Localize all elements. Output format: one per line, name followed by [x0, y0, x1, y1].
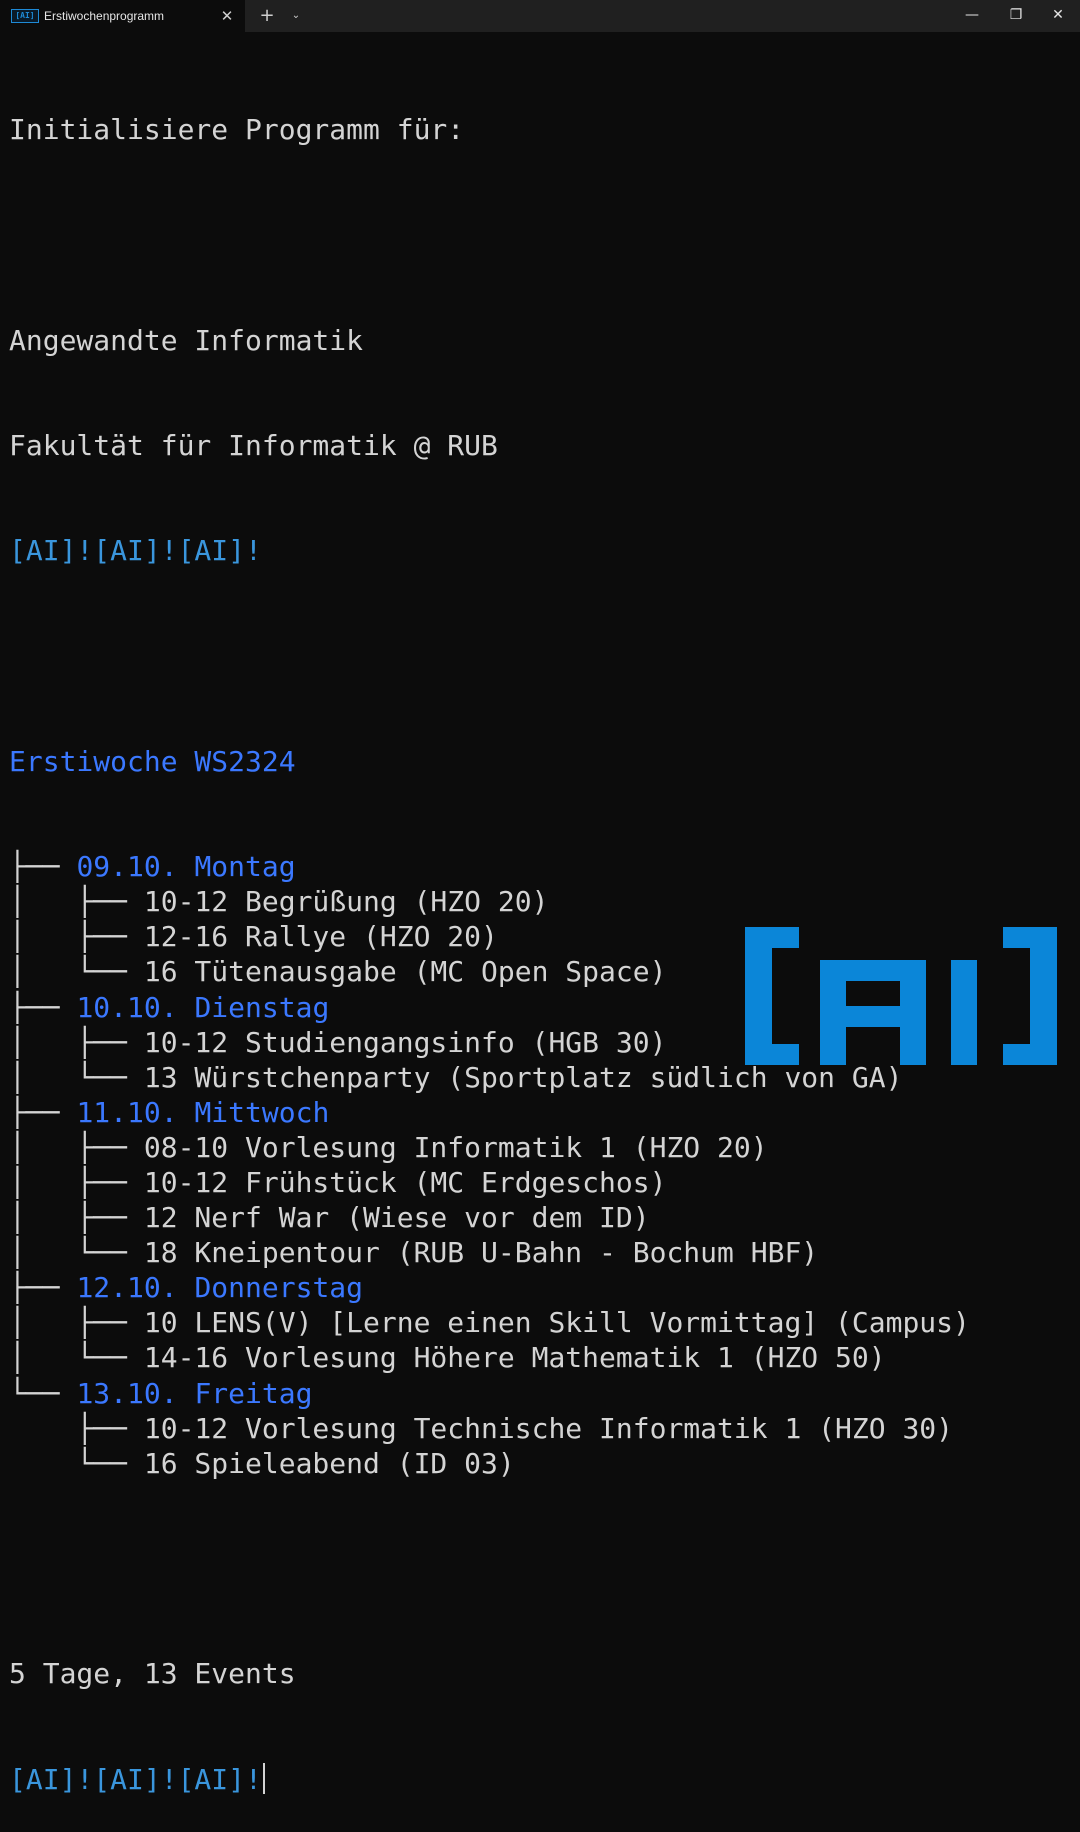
day-label: 09.10. Montag — [76, 850, 296, 884]
logo-block — [835, 960, 911, 981]
tree-branch: │ ├── — [9, 885, 144, 919]
summary-line: 5 Tage, 13 Events — [9, 1657, 296, 1691]
tree-event: │ └── 14-16 Vorlesung Höhere Mathematik … — [9, 1340, 970, 1375]
tree-branch: └── — [9, 1376, 77, 1410]
faculty-line: Fakultät für Informatik @ RUB — [9, 429, 498, 463]
event-text: 08-10 Vorlesung Informatik 1 (HZO 20) — [143, 1130, 768, 1164]
tree-branch: ├── — [9, 850, 77, 884]
logo-block — [745, 927, 799, 948]
day-label: 12.10. Donnerstag — [76, 1271, 364, 1305]
tree-branch: │ └── — [9, 1341, 144, 1375]
logo-block — [1003, 927, 1057, 948]
chevron-down-icon[interactable]: ⌄ — [287, 6, 305, 26]
day-label: 10.10. Dienstag — [76, 990, 330, 1024]
tab-erstiwochenprogramm[interactable]: [AI] Erstiwochenprogramm ✕ — [0, 0, 245, 32]
close-tab-icon[interactable]: ✕ — [218, 6, 236, 26]
tree-branch: │ ├── — [9, 920, 144, 954]
tree-branch: ├── — [9, 1411, 144, 1445]
tree-branch: ├── — [9, 1271, 77, 1305]
logo-block — [745, 1044, 799, 1065]
title-bar: [AI] Erstiwochenprogramm ✕ + ⌄ — ❐ ✕ — [0, 0, 1080, 32]
event-text: 14-16 Vorlesung Höhere Mathematik 1 (HZO… — [143, 1341, 886, 1375]
tree-event: │ └── 18 Kneipentour (RUB U-Bahn - Bochu… — [9, 1235, 970, 1270]
maximize-button[interactable]: ❐ — [994, 0, 1038, 30]
event-text: 12-16 Rallye (HZO 20) — [143, 920, 498, 954]
tree-branch: │ ├── — [9, 1201, 144, 1235]
tree-branch: │ └── — [9, 955, 144, 989]
logo-block — [951, 960, 977, 1065]
tree-event: │ ├── 10-12 Begrüßung (HZO 20) — [9, 884, 970, 919]
tree-branch: ├── — [9, 990, 77, 1024]
terminal-tab-icon: [AI] — [11, 9, 39, 23]
minimize-button[interactable]: — — [950, 0, 994, 30]
new-tab-button[interactable]: + — [257, 5, 277, 27]
event-text: 10-12 Begrüßung (HZO 20) — [143, 885, 549, 919]
event-text: 10-12 Vorlesung Technische Informatik 1 … — [143, 1411, 954, 1445]
tree-day: ├── 12.10. Donnerstag — [9, 1270, 970, 1305]
tree-branch: │ ├── — [9, 1130, 144, 1164]
tree-branch: │ └── — [9, 1236, 144, 1270]
tree-branch: ├── — [9, 1095, 77, 1129]
text-cursor — [262, 1762, 265, 1794]
close-window-button[interactable]: ✕ — [1036, 0, 1080, 30]
event-text: 12 Nerf War (Wiese vor dem ID) — [143, 1201, 650, 1235]
tree-event: │ ├── 10 LENS(V) [Lerne einen Skill Vorm… — [9, 1305, 970, 1340]
logo-block — [835, 1006, 911, 1027]
ai-logo-mark — [745, 927, 1057, 1065]
day-label: 11.10. Mittwoch — [76, 1095, 330, 1129]
tree-branch: │ ├── — [9, 1025, 144, 1059]
tree-day: └── 13.10. Freitag — [9, 1376, 970, 1411]
tree-event: │ ├── 12 Nerf War (Wiese vor dem ID) — [9, 1200, 970, 1235]
tree-event: ├── 10-12 Vorlesung Technische Informati… — [9, 1411, 970, 1446]
event-text: 10-12 Studiengangsinfo (HGB 30) — [143, 1025, 667, 1059]
prompt-line[interactable]: [AI]![AI]![AI]! — [9, 1762, 970, 1797]
event-text: 10 LENS(V) [Lerne einen Skill Vormittag]… — [143, 1306, 970, 1340]
event-text: 16 Spieleabend (ID 03) — [143, 1446, 515, 1480]
cheer-line: [AI]![AI]![AI]! — [9, 534, 262, 568]
day-label: 13.10. Freitag — [76, 1376, 313, 1410]
event-text: 18 Kneipentour (RUB U-Bahn - Bochum HBF) — [143, 1236, 819, 1270]
ai-logo — [745, 927, 1057, 1065]
event-text: 16 Tütenausgabe (MC Open Space) — [143, 955, 667, 989]
tree-event: │ ├── 10-12 Frühstück (MC Erdgeschos) — [9, 1165, 970, 1200]
prompt-text: [AI]![AI]![AI]! — [9, 1762, 262, 1796]
tree-branch: │ └── — [9, 1060, 144, 1094]
event-text: 10-12 Frühstück (MC Erdgeschos) — [143, 1166, 667, 1199]
logo-block — [1003, 1044, 1057, 1065]
tree-day: ├── 09.10. Montag — [9, 849, 970, 884]
tree-event: │ ├── 08-10 Vorlesung Informatik 1 (HZO … — [9, 1130, 970, 1165]
tab-title: Erstiwochenprogramm — [44, 9, 165, 23]
tree-branch: └── — [9, 1446, 144, 1480]
tree-root: Erstiwoche WS2324 — [9, 744, 296, 778]
tree-branch: │ ├── — [9, 1166, 144, 1199]
tree-day: ├── 11.10. Mittwoch — [9, 1095, 970, 1130]
intro-line: Initialisiere Programm für: — [9, 113, 465, 147]
program-line: Angewandte Informatik — [9, 323, 364, 357]
tree-branch: │ ├── — [9, 1306, 144, 1340]
tree-event: └── 16 Spieleabend (ID 03) — [9, 1446, 970, 1481]
